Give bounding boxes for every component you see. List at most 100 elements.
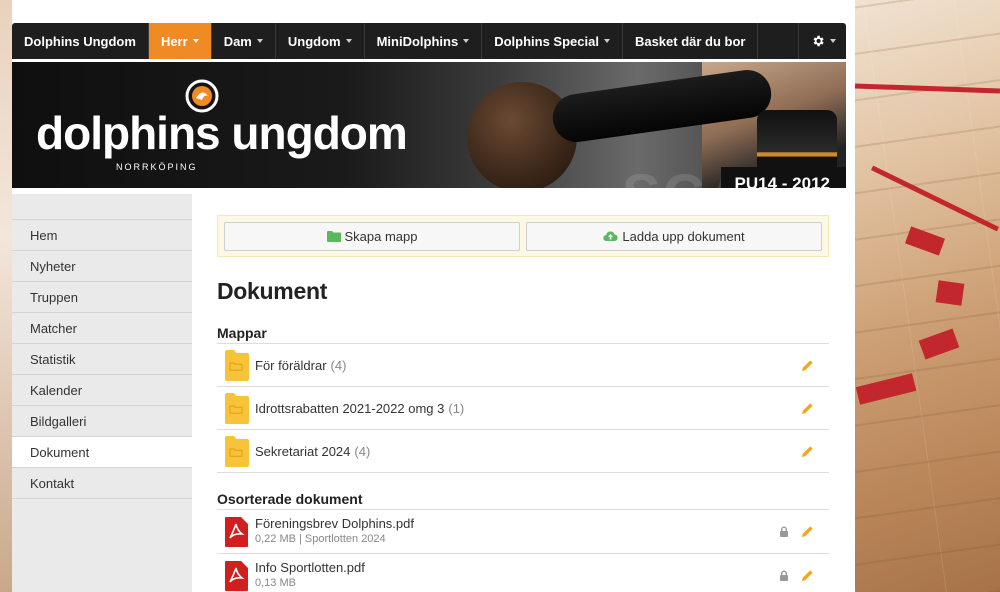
upload-document-label: Ladda upp dokument xyxy=(622,228,745,244)
document-info: Föreningsbrev Dolphins.pdf 0,22 MB | Spo… xyxy=(255,516,414,547)
pencil-icon[interactable] xyxy=(801,445,814,458)
document-row[interactable]: Info Sportlotten.pdf 0,13 MB xyxy=(217,554,829,592)
sidebar-item-dokument[interactable]: Dokument xyxy=(12,437,192,468)
folder-count: (4) xyxy=(330,357,347,373)
folder-row[interactable]: För föräldrar (4) xyxy=(217,344,829,387)
document-meta: 0,13 MB xyxy=(255,577,296,589)
sidebar-item-label: Matcher xyxy=(30,320,77,336)
row-actions xyxy=(801,387,814,429)
document-name: Info Sportlotten.pdf xyxy=(255,560,365,575)
lock-icon[interactable] xyxy=(779,570,789,582)
pdf-file-icon xyxy=(225,516,248,547)
folder-row[interactable]: Sekretariat 2024 (4) xyxy=(217,430,829,473)
caret-down-icon xyxy=(256,39,263,43)
sidebar-item-label: Nyheter xyxy=(30,258,76,274)
sidebar: Hem Nyheter Truppen Matcher Statistik Ka… xyxy=(12,194,192,592)
nav-item-ungdom[interactable]: Ungdom xyxy=(276,23,365,59)
sidebar-item-label: Dokument xyxy=(30,444,90,460)
lock-icon[interactable] xyxy=(779,526,789,538)
court-line xyxy=(855,373,917,405)
sidebar-item-matcher[interactable]: Matcher xyxy=(12,313,192,344)
nav-item-herr[interactable]: Herr xyxy=(148,23,212,59)
folder-name: Sekretariat 2024 xyxy=(255,443,351,459)
sidebar-item-label: Truppen xyxy=(30,289,78,305)
sidebar-item-hem[interactable]: Hem xyxy=(12,220,192,251)
pencil-icon[interactable] xyxy=(801,525,814,538)
sidebar-item-kontakt[interactable]: Kontakt xyxy=(12,468,192,499)
top-navbar: Dolphins Ungdom Herr Dam Ungdom MiniDolp… xyxy=(12,23,846,59)
nav-label: Dam xyxy=(223,33,252,49)
folder-icon xyxy=(225,393,249,424)
nav-item-basket-dar-du-bor[interactable]: Basket där du bor xyxy=(623,23,759,59)
nav-label: Ungdom xyxy=(287,33,341,49)
documents-section-title: Osorterade dokument xyxy=(217,488,829,510)
document-name: Föreningsbrev Dolphins.pdf xyxy=(255,516,414,531)
nav-label: Dolphins Special xyxy=(494,33,599,49)
folders-section-title: Mappar xyxy=(217,322,829,344)
document-row[interactable]: Föreningsbrev Dolphins.pdf 0,22 MB | Spo… xyxy=(217,510,829,554)
sidebar-item-bildgalleri[interactable]: Bildgalleri xyxy=(12,406,192,437)
background-court-left xyxy=(0,0,12,592)
team-banner: SCAN dolphins ungdom NORRKÖPING PU14 - 2… xyxy=(12,62,846,188)
nav-label: Herr xyxy=(160,33,188,49)
cloud-upload-icon xyxy=(603,231,618,242)
nav-item-dolphins-special[interactable]: Dolphins Special xyxy=(482,23,623,59)
sidebar-item-label: Bildgalleri xyxy=(30,413,87,429)
folder-count: (4) xyxy=(354,443,371,459)
document-info: Info Sportlotten.pdf 0,13 MB xyxy=(255,560,365,591)
court-line xyxy=(870,165,1000,232)
folder-name: För föräldrar xyxy=(255,357,327,373)
caret-down-icon xyxy=(463,39,470,43)
sidebar-item-truppen[interactable]: Truppen xyxy=(12,282,192,313)
nav-item-dam[interactable]: Dam xyxy=(212,23,276,59)
row-actions xyxy=(801,430,814,472)
court-line xyxy=(935,280,965,306)
page-title: Dokument xyxy=(217,278,328,304)
sidebar-item-label: Kontakt xyxy=(30,475,75,491)
folder-name: Idrottsrabatten 2021-2022 omg 3 xyxy=(255,400,445,416)
pdf-file-icon xyxy=(225,560,248,591)
row-actions xyxy=(779,554,814,592)
nav-label: Dolphins Ungdom xyxy=(24,33,136,49)
folder-count: (1) xyxy=(448,400,465,416)
folder-icon xyxy=(225,350,249,381)
court-line xyxy=(854,83,1000,94)
sidebar-item-label: Statistik xyxy=(30,351,76,367)
main-content: Skapa mapp Ladda upp dokument Dokument M… xyxy=(217,215,829,592)
caret-down-icon xyxy=(192,39,199,43)
caret-down-icon xyxy=(830,39,836,43)
upload-document-button[interactable]: Ladda upp dokument xyxy=(526,221,822,251)
sidebar-item-nyheter[interactable]: Nyheter xyxy=(12,251,192,282)
sidebar-item-kalender[interactable]: Kalender xyxy=(12,375,192,406)
gear-icon xyxy=(813,35,824,47)
logo-wordmark: dolphins ungdom xyxy=(36,107,408,159)
sidebar-item-statistik[interactable]: Statistik xyxy=(12,344,192,375)
team-tag: PU14 - 2012 xyxy=(720,167,846,188)
sidebar-item-label: Kalender xyxy=(30,382,83,398)
page-container: Dolphins Ungdom Herr Dam Ungdom MiniDolp… xyxy=(12,0,855,592)
folder-icon xyxy=(326,231,341,242)
background-court-right xyxy=(854,0,1000,592)
logo-subtitle: NORRKÖPING xyxy=(116,162,198,172)
caret-down-icon xyxy=(345,39,352,43)
nav-item-minidolphins[interactable]: MiniDolphins xyxy=(365,23,483,59)
folder-icon xyxy=(225,436,249,467)
document-meta: 0,22 MB | Sportlotten 2024 xyxy=(255,533,386,545)
nav-label: Basket där du bor xyxy=(634,33,746,49)
create-folder-button[interactable]: Skapa mapp xyxy=(224,221,520,251)
pencil-icon[interactable] xyxy=(801,359,814,372)
create-folder-label: Skapa mapp xyxy=(344,228,418,244)
document-toolbar: Skapa mapp Ladda upp dokument xyxy=(217,215,829,257)
caret-down-icon xyxy=(603,39,610,43)
sidebar-item-label: Hem xyxy=(30,227,58,243)
folder-row[interactable]: Idrottsrabatten 2021-2022 omg 3 (1) xyxy=(217,387,829,430)
pencil-icon[interactable] xyxy=(801,402,814,415)
court-line xyxy=(905,226,945,256)
settings-menu-button[interactable] xyxy=(798,23,846,59)
pencil-icon[interactable] xyxy=(801,569,814,582)
sidebar-menu: Hem Nyheter Truppen Matcher Statistik Ka… xyxy=(12,219,192,499)
nav-label: MiniDolphins xyxy=(376,33,459,49)
row-actions xyxy=(801,344,814,386)
nav-item-dolphins-ungdom[interactable]: Dolphins Ungdom xyxy=(12,23,149,59)
